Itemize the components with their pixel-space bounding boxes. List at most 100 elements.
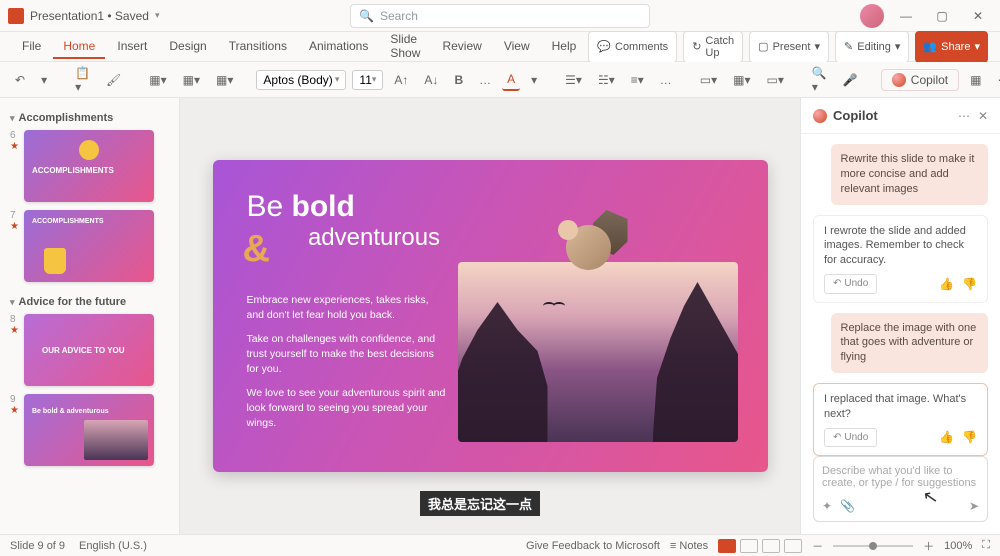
zoom-slider[interactable] xyxy=(833,545,913,547)
search-input[interactable]: 🔍 Search xyxy=(350,4,650,28)
arrange-button[interactable]: ▦▾ xyxy=(728,70,755,90)
sorter-view-button[interactable] xyxy=(740,539,758,553)
find-button[interactable]: 🔍▾ xyxy=(807,63,832,97)
thumbs-down-icon[interactable]: 👎 xyxy=(962,429,977,445)
format-painter[interactable]: 🖌 xyxy=(101,70,126,90)
overflow-button[interactable]: ⋯ xyxy=(992,70,1000,90)
copilot-ai-message: I replaced that image. What's next? ↶ Un… xyxy=(813,383,988,456)
styles-button[interactable]: ▭▾ xyxy=(762,70,789,90)
tab-design[interactable]: Design xyxy=(159,35,216,59)
copilot-title: Copilot xyxy=(833,108,878,123)
font-color[interactable]: A xyxy=(502,69,520,91)
close-button[interactable]: ✕ xyxy=(964,4,992,28)
bold-button[interactable]: B xyxy=(449,70,468,90)
copilot-button[interactable]: Copilot xyxy=(881,69,959,91)
numbering-button[interactable]: ☵▾ xyxy=(593,70,620,90)
ribbon-tabs: File Home Insert Design Transitions Anim… xyxy=(0,32,1000,62)
copilot-ai-message: I rewrote the slide and added images. Re… xyxy=(813,215,988,303)
layout-button[interactable]: ▦▾ xyxy=(178,70,205,90)
tab-insert[interactable]: Insert xyxy=(107,35,157,59)
zoom-level[interactable]: 100% xyxy=(944,540,972,552)
comments-button[interactable]: 💬 Comments xyxy=(588,31,677,63)
slide-thumb-9[interactable]: 9★ Be bold & adventurous xyxy=(10,394,169,466)
font-color-more[interactable]: ▾ xyxy=(526,70,542,90)
copilot-icon xyxy=(813,109,827,123)
feedback-link[interactable]: Give Feedback to Microsoft xyxy=(526,540,660,552)
caption-overlay: 我总是忘记这一点 xyxy=(420,491,540,516)
slide-thumb-6[interactable]: 6★ ACCOMPLISHMENTS xyxy=(10,130,169,202)
zoom-in-button[interactable]: ＋ xyxy=(923,538,934,554)
thumbs-down-icon[interactable]: 👎 xyxy=(962,276,977,292)
ampersand-icon: & xyxy=(243,228,270,270)
language-selector[interactable]: English (U.S.) xyxy=(79,540,147,552)
slide-navigator: ▾Accomplishments 6★ ACCOMPLISHMENTS 7★ A… xyxy=(0,98,180,534)
align-button[interactable]: ≡▾ xyxy=(626,70,649,90)
slide-thumb-7[interactable]: 7★ ACCOMPLISHMENTS xyxy=(10,210,169,282)
share-button[interactable]: 👥 Share ▾ xyxy=(915,31,988,63)
attach-icon[interactable]: 📎 xyxy=(840,499,855,513)
avatar[interactable] xyxy=(860,4,884,28)
increase-font[interactable]: A↑ xyxy=(389,70,413,90)
tab-animations[interactable]: Animations xyxy=(299,35,378,59)
search-icon: 🔍 xyxy=(359,9,374,23)
dictate-button[interactable]: 🎤 xyxy=(838,70,863,90)
fit-button[interactable]: ⛶ xyxy=(982,539,990,552)
search-placeholder: Search xyxy=(380,9,418,23)
section-button[interactable]: ▦▾ xyxy=(211,70,238,90)
catchup-button[interactable]: ↻ Catch Up xyxy=(683,31,743,63)
designer-button[interactable]: ▦ xyxy=(965,70,986,90)
tab-transitions[interactable]: Transitions xyxy=(219,35,297,59)
new-slide-button[interactable]: ▦▾ xyxy=(144,70,171,90)
toolbar: ↶ ▾ 📋▾ 🖌 ▦▾ ▦▾ ▦▾ Aptos (Body)▾ 11▾ A↑ A… xyxy=(0,62,1000,98)
tab-home[interactable]: Home xyxy=(53,35,105,59)
slideshow-view-button[interactable] xyxy=(784,539,802,553)
slide-counter[interactable]: Slide 9 of 9 xyxy=(10,540,65,552)
copilot-icon xyxy=(892,73,906,87)
close-icon[interactable]: ✕ xyxy=(978,109,988,123)
reading-view-button[interactable] xyxy=(762,539,780,553)
tab-review[interactable]: Review xyxy=(432,35,491,59)
undo-button[interactable]: ↶ xyxy=(10,70,30,90)
maximize-button[interactable]: ▢ xyxy=(928,4,956,28)
thumbs-up-icon[interactable]: 👍 xyxy=(939,429,954,445)
tab-help[interactable]: Help xyxy=(542,35,587,59)
slide-thumb-8[interactable]: 8★ OUR ADVICE TO YOU xyxy=(10,314,169,386)
slide-canvas[interactable]: Be bold &adventurous Embrace new experie… xyxy=(180,98,800,534)
thumbs-up-icon[interactable]: 👍 xyxy=(939,276,954,292)
decrease-font[interactable]: A↓ xyxy=(419,70,443,90)
chevron-down-icon[interactable]: ▾ xyxy=(155,10,160,21)
undo-button[interactable]: ↶ Undo xyxy=(824,274,877,294)
copilot-user-message: Rewrite this slide to make it more conci… xyxy=(831,144,989,205)
slide-title: Be bold xyxy=(247,192,734,222)
tab-slideshow[interactable]: Slide Show xyxy=(380,28,430,66)
current-slide: Be bold &adventurous Embrace new experie… xyxy=(213,160,768,472)
tab-file[interactable]: File xyxy=(12,35,51,59)
app-logo xyxy=(8,8,24,24)
more-icon[interactable]: ⋯ xyxy=(958,109,970,123)
slide-subtitle: adventurous xyxy=(308,224,440,251)
tab-view[interactable]: View xyxy=(494,35,540,59)
copilot-input[interactable]: Describe what you'd like to create, or t… xyxy=(813,456,988,522)
font-size-selector[interactable]: 11▾ xyxy=(352,70,383,90)
sparkle-icon[interactable]: ✦ xyxy=(822,499,832,513)
minimize-button[interactable]: — xyxy=(892,4,920,28)
normal-view-button[interactable] xyxy=(718,539,736,553)
shapes-button[interactable]: ▭▾ xyxy=(695,70,722,90)
document-title[interactable]: Presentation1 • Saved xyxy=(30,9,149,23)
present-button[interactable]: ▢ Present ▾ xyxy=(749,31,829,63)
section-header-2[interactable]: ▾Advice for the future xyxy=(10,290,169,314)
bullets-button[interactable]: ☰▾ xyxy=(560,70,587,90)
notes-toggle[interactable]: ≡ Notes xyxy=(670,540,708,552)
section-header[interactable]: ▾Accomplishments xyxy=(10,106,169,130)
font-selector[interactable]: Aptos (Body)▾ xyxy=(256,70,346,90)
zoom-out-button[interactable]: － xyxy=(812,538,823,554)
editing-button[interactable]: ✎ Editing ▾ xyxy=(835,31,909,63)
para-more[interactable]: … xyxy=(655,70,677,90)
more-font[interactable]: … xyxy=(474,70,496,90)
undo-button[interactable]: ↶ Undo xyxy=(824,428,877,448)
send-icon[interactable]: ➤ xyxy=(969,499,979,513)
copilot-placeholder: Describe what you'd like to create, or t… xyxy=(822,465,979,493)
statusbar: Slide 9 of 9 English (U.S.) Give Feedbac… xyxy=(0,534,1000,556)
redo-button[interactable]: ▾ xyxy=(36,70,52,90)
paste-button[interactable]: 📋▾ xyxy=(70,63,95,97)
